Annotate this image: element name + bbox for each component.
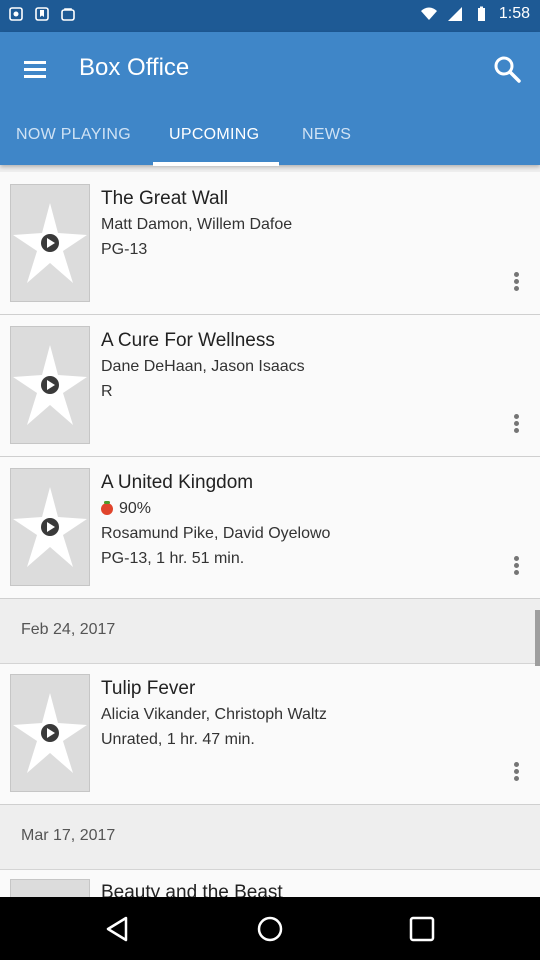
- movie-cast: Matt Damon, Willem Dafoe: [101, 216, 293, 233]
- movie-card[interactable]: A United Kingdom 90% Rosamund Pike, Davi…: [0, 457, 540, 599]
- recent-apps-icon[interactable]: [406, 913, 438, 945]
- play-trailer-icon: [13, 487, 87, 567]
- notification-app-icon: [9, 7, 23, 21]
- system-status: 1:58: [420, 5, 530, 23]
- movie-title: A Cure For Wellness: [101, 330, 275, 351]
- play-trailer-icon: [13, 345, 87, 425]
- movie-title: A United Kingdom: [101, 472, 254, 493]
- signal-icon: [447, 7, 462, 21]
- hamburger-menu-icon[interactable]: [22, 54, 50, 82]
- app-bar: Box Office NOW PLAYING UPCOMING NEWS: [0, 32, 540, 166]
- tab-news[interactable]: NEWS: [302, 117, 351, 165]
- movie-poster[interactable]: [10, 326, 90, 444]
- date-header: Feb 24, 2017: [0, 599, 540, 664]
- movie-title: Tulip Fever: [101, 678, 196, 699]
- home-icon[interactable]: [254, 913, 286, 945]
- movie-card[interactable]: Tulip Fever Alicia Vikander, Christoph W…: [0, 664, 540, 805]
- tab-bar: NOW PLAYING UPCOMING NEWS: [0, 117, 540, 165]
- back-icon[interactable]: [102, 913, 134, 945]
- date-header: Mar 17, 2017: [0, 805, 540, 870]
- status-bar: 1:58: [0, 0, 540, 32]
- movie-card[interactable]: A Cure For Wellness Dane DeHaan, Jason I…: [0, 315, 540, 457]
- play-trailer-icon: [13, 693, 87, 773]
- movie-list[interactable]: The Great Wall Matt Damon, Willem Dafoe …: [0, 172, 540, 897]
- more-options-icon[interactable]: [510, 271, 522, 293]
- app-title: Box Office: [79, 54, 190, 81]
- tab-indicator: [153, 162, 279, 166]
- movie-details: PG-13: [101, 241, 148, 258]
- movie-details: PG-13, 1 hr. 51 min.: [101, 550, 245, 567]
- movie-cast: Alicia Vikander, Christoph Waltz: [101, 706, 327, 723]
- notification-icons: [8, 6, 76, 22]
- movie-poster[interactable]: [10, 468, 90, 586]
- more-options-icon[interactable]: [510, 555, 522, 577]
- movie-rating: 90%: [101, 500, 151, 518]
- status-time: 1:58: [498, 5, 530, 22]
- movie-poster[interactable]: [10, 184, 90, 302]
- movie-title: The Great Wall: [101, 188, 229, 209]
- movie-card[interactable]: The Great Wall Matt Damon, Willem Dafoe …: [0, 172, 540, 315]
- battery-icon: [477, 6, 485, 21]
- movie-cast: Rosamund Pike, David Oyelowo: [101, 525, 331, 542]
- movie-title: Beauty and the Beast: [101, 882, 283, 897]
- more-options-icon[interactable]: [510, 413, 522, 435]
- movie-details: R: [101, 383, 113, 400]
- more-options-icon[interactable]: [510, 761, 522, 783]
- rating-value: 90%: [119, 500, 152, 517]
- navigation-bar: [0, 897, 540, 960]
- bag-notification-icon: [61, 8, 75, 21]
- search-icon[interactable]: [490, 52, 524, 86]
- wifi-icon: [420, 7, 437, 20]
- play-trailer-icon: [11, 880, 89, 897]
- tab-upcoming[interactable]: UPCOMING: [169, 117, 259, 165]
- movie-poster[interactable]: [10, 879, 90, 897]
- movie-poster[interactable]: [10, 674, 90, 792]
- tab-now-playing[interactable]: NOW PLAYING: [16, 117, 131, 165]
- movie-details: Unrated, 1 hr. 47 min.: [101, 731, 255, 748]
- bookmark-notification-icon: [35, 7, 49, 21]
- scrollbar-thumb[interactable]: [535, 610, 540, 666]
- date-header-label: Mar 17, 2017: [21, 827, 116, 844]
- date-header-label: Feb 24, 2017: [21, 621, 116, 638]
- movie-cast: Dane DeHaan, Jason Isaacs: [101, 358, 305, 375]
- movie-card[interactable]: Beauty and the Beast: [0, 870, 540, 897]
- play-trailer-icon: [13, 203, 87, 283]
- tomato-icon: [101, 501, 113, 515]
